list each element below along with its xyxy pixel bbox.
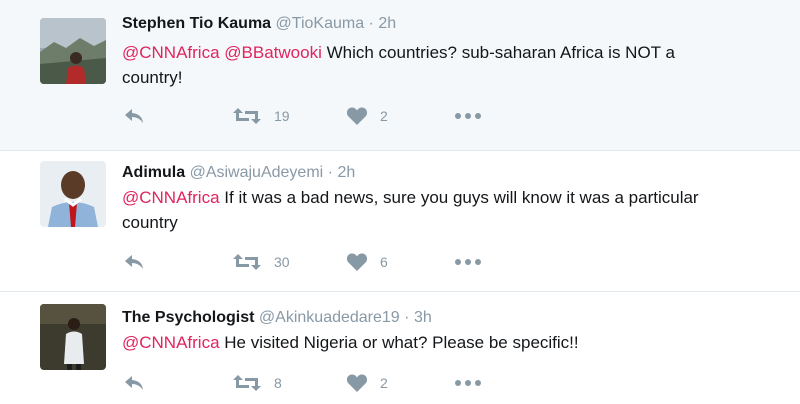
retweet-count: 8 xyxy=(274,375,282,391)
username[interactable]: @TioKauma xyxy=(276,15,365,32)
tweet-text-line2: country! xyxy=(122,68,183,87)
reply-icon xyxy=(125,109,143,123)
more-button[interactable] xyxy=(454,371,482,395)
separator: · xyxy=(404,309,410,326)
more-icon xyxy=(455,113,481,119)
like-button[interactable]: 2 xyxy=(346,371,388,395)
tweet-actions: 8 2 xyxy=(122,371,522,395)
heart-icon xyxy=(346,107,368,125)
retweet-icon xyxy=(233,254,261,270)
mention-link[interactable]: @CNNAfrica xyxy=(122,188,220,207)
more-button[interactable] xyxy=(454,104,482,128)
reply-icon xyxy=(125,376,143,390)
timestamp[interactable]: 3h xyxy=(414,309,432,326)
timestamp[interactable]: 2h xyxy=(337,164,355,181)
reply-button[interactable] xyxy=(122,250,146,274)
tweet-header: Adimula @AsiwajuAdeyemi · 2h xyxy=(122,163,355,183)
reply-icon xyxy=(125,255,143,269)
avatar[interactable] xyxy=(40,304,106,370)
reply-button[interactable] xyxy=(122,371,146,395)
tweet-header: Stephen Tio Kauma @TioKauma · 2h xyxy=(122,14,396,34)
display-name[interactable]: Adimula xyxy=(122,164,185,181)
mention-link[interactable]: @CNNAfrica xyxy=(122,43,220,62)
heart-icon xyxy=(346,253,368,271)
tweet-2[interactable]: Adimula @AsiwajuAdeyemi · 2h @CNNAfrica … xyxy=(0,151,800,291)
retweet-button[interactable]: 30 xyxy=(232,250,290,274)
display-name[interactable]: Stephen Tio Kauma xyxy=(122,15,271,32)
avatar[interactable] xyxy=(40,161,106,227)
tweet-text: @CNNAfrica He visited Nigeria or what? P… xyxy=(122,330,792,355)
tweet-actions: 19 2 xyxy=(122,104,522,128)
more-button[interactable] xyxy=(454,250,482,274)
separator: · xyxy=(368,15,374,32)
tweet-text: @CNNAfrica If it was a bad news, sure yo… xyxy=(122,185,792,235)
retweet-count: 19 xyxy=(274,108,290,124)
retweet-icon xyxy=(233,108,261,124)
reply-button[interactable] xyxy=(122,104,146,128)
like-count: 2 xyxy=(380,375,388,391)
mention-link[interactable]: @CNNAfrica xyxy=(122,333,220,352)
like-count: 6 xyxy=(380,254,388,270)
like-count: 2 xyxy=(380,108,388,124)
avatar[interactable] xyxy=(40,18,106,84)
like-button[interactable]: 6 xyxy=(346,250,388,274)
tweet-text-line1: He visited Nigeria or what? Please be sp… xyxy=(224,333,579,352)
retweet-button[interactable]: 19 xyxy=(232,104,290,128)
timestamp[interactable]: 2h xyxy=(378,15,396,32)
more-icon xyxy=(455,259,481,265)
tweet-3[interactable]: The Psychologist @Akinkuadedare19 · 3h @… xyxy=(0,292,800,404)
display-name[interactable]: The Psychologist xyxy=(122,309,254,326)
tweet-header: The Psychologist @Akinkuadedare19 · 3h xyxy=(122,308,432,328)
retweet-count: 30 xyxy=(274,254,290,270)
tweet-text-line2: country xyxy=(122,213,178,232)
mention-link[interactable]: @BBatwooki xyxy=(224,43,322,62)
like-button[interactable]: 2 xyxy=(346,104,388,128)
heart-icon xyxy=(346,374,368,392)
username[interactable]: @Akinkuadedare19 xyxy=(259,309,400,326)
more-icon xyxy=(455,380,481,386)
retweet-icon xyxy=(233,375,261,391)
tweet-text-line1: If it was a bad news, sure you guys will… xyxy=(224,188,699,207)
tweet-1[interactable]: Stephen Tio Kauma @TioKauma · 2h @CNNAfr… xyxy=(0,0,800,150)
tweet-actions: 30 6 xyxy=(122,250,522,274)
retweet-button[interactable]: 8 xyxy=(232,371,282,395)
tweet-text-line1: Which countries? sub-saharan Africa is N… xyxy=(326,43,675,62)
username[interactable]: @AsiwajuAdeyemi xyxy=(190,164,324,181)
tweet-text: @CNNAfrica @BBatwooki Which countries? s… xyxy=(122,40,792,90)
separator: · xyxy=(327,164,333,181)
